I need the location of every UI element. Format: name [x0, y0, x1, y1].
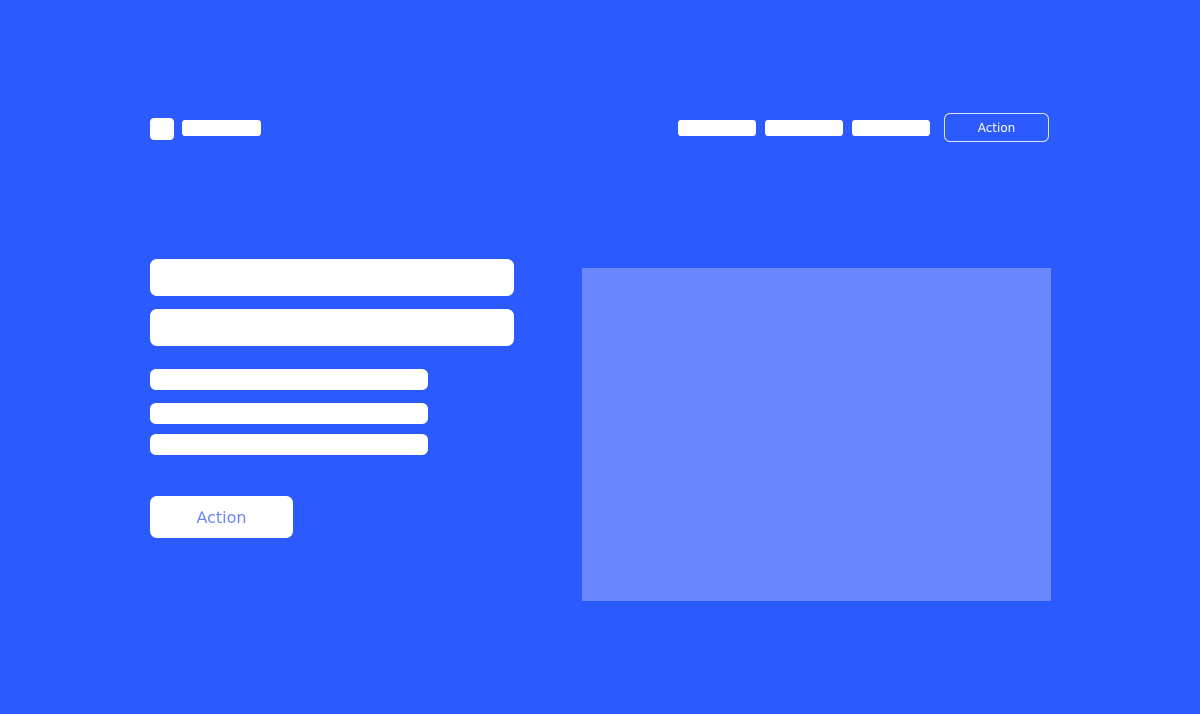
headline-line-1-placeholder [150, 259, 514, 296]
nav-link-3[interactable] [852, 120, 930, 136]
body-line-3-placeholder [150, 434, 428, 455]
body-line-1-placeholder [150, 369, 428, 390]
body-line-2-placeholder [150, 403, 428, 424]
hero-image-placeholder [582, 268, 1051, 601]
hero-action-button[interactable]: Action [150, 496, 293, 538]
nav-link-1[interactable] [678, 120, 756, 136]
headline-line-2-placeholder [150, 309, 514, 346]
logo-mark-icon[interactable] [150, 118, 174, 140]
logo-text-placeholder[interactable] [182, 120, 261, 136]
nav-link-2[interactable] [765, 120, 843, 136]
nav-action-button[interactable]: Action [944, 113, 1049, 142]
